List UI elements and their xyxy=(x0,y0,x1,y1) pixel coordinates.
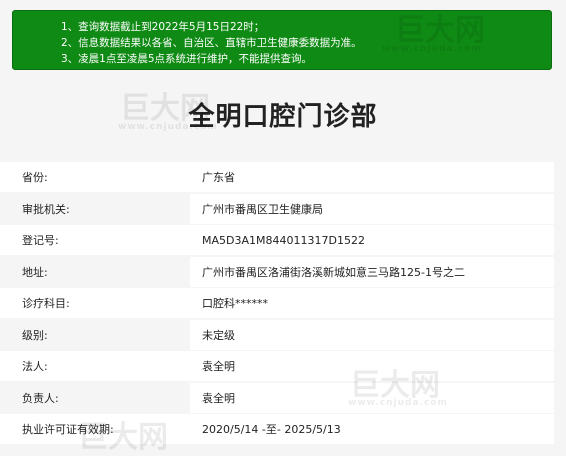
label-person-in-charge: 负责人: xyxy=(0,382,190,413)
info-row-level: 级别: 未定级 xyxy=(0,319,566,350)
notice-banner: 1、查询数据截止到2022年5月15日22时； 2、信息数据结果以各省、自治区、… xyxy=(12,10,552,70)
info-row-approval-authority: 审批机关: 广州市番禺区卫生健康局 xyxy=(0,193,566,224)
info-row-address: 地址: 广州市番禺区洛浦街洛溪新城如意三马路125-1号之二 xyxy=(0,256,566,287)
label-license-validity: 执业许可证有效期: xyxy=(0,414,190,444)
notice-line-2: 2、信息数据结果以各省、自治区、直辖市卫生健康委数据为准。 xyxy=(61,37,362,49)
label-address: 地址: xyxy=(0,256,190,287)
label-treatment-subjects: 诊疗科目: xyxy=(0,288,190,318)
label-registration-number: 登记号: xyxy=(0,225,190,255)
label-province: 省份: xyxy=(0,162,190,192)
info-table: 省份: 广东省 审批机关: 广州市番禺区卫生健康局 登记号: MA5D3A1M8… xyxy=(0,162,566,446)
value-level: 未定级 xyxy=(190,319,554,350)
value-treatment-subjects: 口腔科****** xyxy=(190,288,554,318)
value-address: 广州市番禺区洛浦街洛溪新城如意三马路125-1号之二 xyxy=(190,256,554,287)
value-person-in-charge: 袁全明 xyxy=(190,382,554,413)
info-row-person-in-charge: 负责人: 袁全明 xyxy=(0,382,566,413)
notice-line-3: 3、凌晨1点至凌晨5点系统进行维护，不能提供查询。 xyxy=(61,53,313,65)
page-title: 全明口腔门诊部 xyxy=(188,102,378,132)
value-approval-authority: 广州市番禺区卫生健康局 xyxy=(190,193,554,224)
value-registration-number: MA5D3A1M844011317D1522 xyxy=(190,225,554,255)
info-row-registration-number: 登记号: MA5D3A1M844011317D1522 xyxy=(0,225,566,255)
value-license-validity: 2020/5/14 -至- 2025/5/13 xyxy=(190,414,554,444)
notice-line-1: 1、查询数据截止到2022年5月15日22时； xyxy=(61,21,265,33)
info-row-license-validity: 执业许可证有效期: 2020/5/14 -至- 2025/5/13 xyxy=(0,414,566,444)
label-legal-person: 法人: xyxy=(0,351,190,381)
info-row-legal-person: 法人: 袁全明 xyxy=(0,351,566,381)
info-row-province: 省份: 广东省 xyxy=(0,162,566,192)
value-legal-person: 袁全明 xyxy=(190,351,554,381)
label-level: 级别: xyxy=(0,319,190,350)
info-row-treatment-subjects: 诊疗科目: 口腔科****** xyxy=(0,288,566,318)
label-approval-authority: 审批机关: xyxy=(0,193,190,224)
value-province: 广东省 xyxy=(190,162,554,192)
